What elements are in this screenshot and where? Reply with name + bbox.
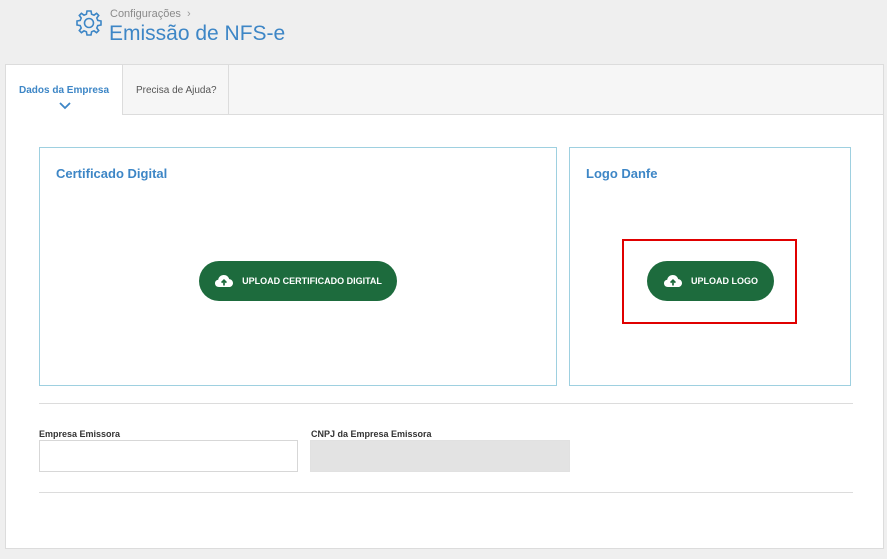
button-label: UPLOAD CERTIFICADO DIGITAL	[242, 276, 382, 286]
main-card: Dados da Empresa Precisa de Ajuda? Certi…	[5, 64, 884, 549]
cnpj-label: CNPJ da Empresa Emissora	[311, 429, 432, 439]
tab-dados-da-empresa[interactable]: Dados da Empresa	[6, 65, 123, 115]
page-title: Emissão de NFS-e	[109, 22, 286, 45]
divider	[39, 403, 853, 404]
breadcrumb: Configurações ›	[110, 8, 191, 20]
chevron-right-icon: ›	[186, 8, 191, 20]
upload-logo-button[interactable]: UPLOAD LOGO	[647, 261, 774, 301]
chevron-down-icon	[59, 102, 71, 110]
breadcrumb-configuracoes[interactable]: Configurações	[110, 8, 181, 20]
logo-danfe-panel: Logo Danfe UPLOAD LOGO	[569, 147, 851, 386]
tab-precisa-de-ajuda[interactable]: Precisa de Ajuda?	[123, 65, 229, 114]
cloud-upload-icon	[215, 275, 234, 287]
button-label: UPLOAD LOGO	[691, 276, 758, 286]
tab-label: Precisa de Ajuda?	[136, 85, 217, 96]
empresa-emissora-label: Empresa Emissora	[39, 429, 121, 439]
cloud-upload-icon	[664, 275, 682, 287]
page-header: Configurações › Emissão de NFS-e	[0, 0, 887, 64]
panel-title: Logo Danfe	[586, 166, 658, 181]
gear-icon	[76, 10, 102, 36]
tab-label: Dados da Empresa	[19, 85, 110, 96]
cnpj-input[interactable]	[310, 440, 570, 472]
tab-bar: Dados da Empresa Precisa de Ajuda?	[6, 65, 883, 115]
certificado-digital-panel: Certificado Digital UPLOAD CERTIFICADO D…	[39, 147, 557, 386]
divider	[39, 492, 853, 493]
empresa-emissora-input[interactable]	[39, 440, 298, 472]
upload-certificado-button[interactable]: UPLOAD CERTIFICADO DIGITAL	[199, 261, 397, 301]
panel-title: Certificado Digital	[56, 166, 168, 181]
